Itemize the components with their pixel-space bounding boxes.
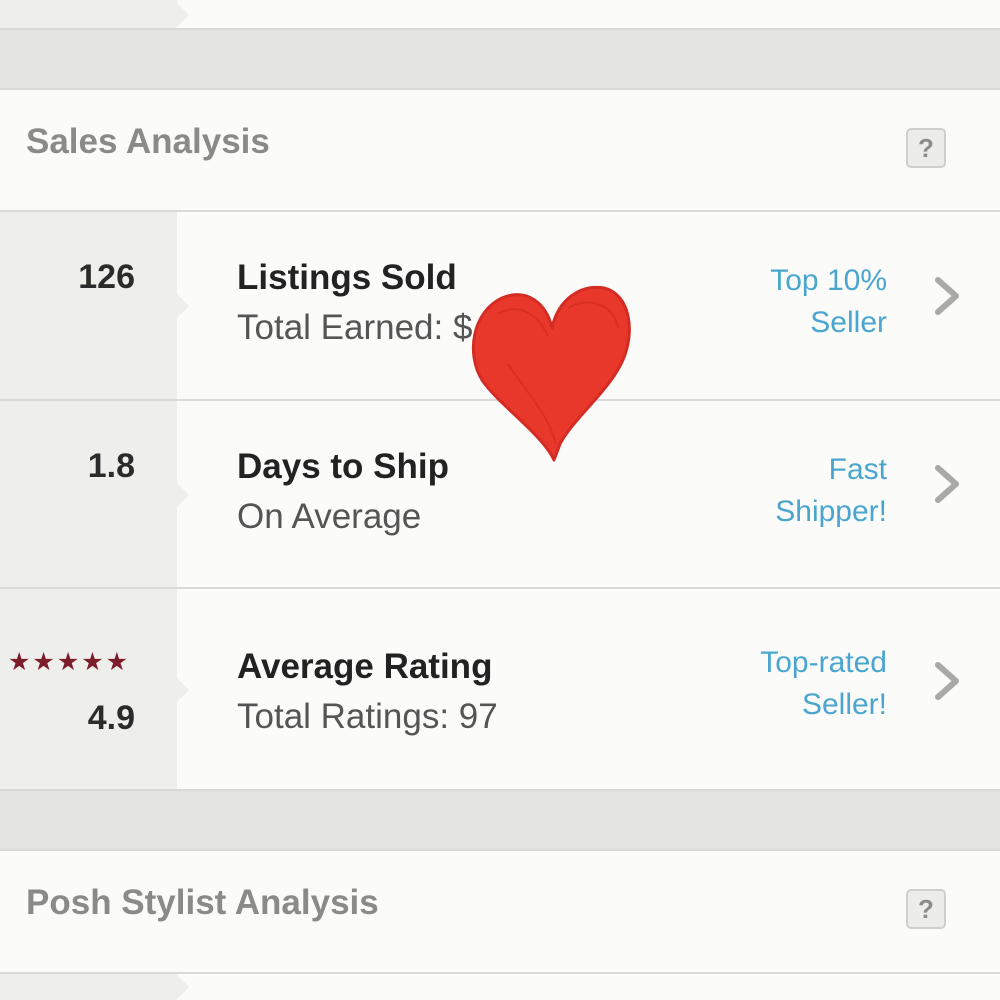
top-rated-badge: Top-rated Seller! xyxy=(647,642,887,726)
total-ratings-label: Total Ratings: 97 xyxy=(237,697,498,736)
badge-line: Top 10% xyxy=(770,264,887,297)
next-row xyxy=(0,974,1000,1000)
posh-stylist-title: Posh Stylist Analysis xyxy=(26,883,379,922)
chevron-right-icon[interactable] xyxy=(930,661,964,701)
posh-stylist-header: Posh Stylist Analysis ? xyxy=(0,851,1000,973)
section-divider-bottom xyxy=(0,789,1000,851)
badge-line: Top-rated xyxy=(760,646,887,679)
previous-row xyxy=(0,0,1000,30)
top-seller-badge: Top 10% Seller xyxy=(647,260,887,344)
average-rating-value: 4.9 xyxy=(87,699,135,737)
badge-line: Seller! xyxy=(801,688,887,721)
sales-analysis-header: Sales Analysis ? xyxy=(0,90,1000,212)
badge-line: Fast xyxy=(828,453,887,486)
chevron-right-icon[interactable] xyxy=(930,276,964,316)
listings-sold-title: Listings Sold xyxy=(237,258,457,297)
average-rating-title: Average Rating xyxy=(237,647,493,686)
star-rating-icon: ★★★★★ xyxy=(8,648,131,676)
on-average-label: On Average xyxy=(237,497,422,536)
fast-shipper-badge: Fast Shipper! xyxy=(647,449,887,533)
days-to-ship-title: Days to Ship xyxy=(237,447,449,486)
chevron-right-icon[interactable] xyxy=(930,464,964,504)
days-to-ship-value: 1.8 xyxy=(87,447,135,485)
sales-analysis-help-button[interactable]: ? xyxy=(906,128,946,168)
listings-sold-value: 126 xyxy=(78,258,135,296)
previous-row-sidebar xyxy=(0,0,189,30)
next-row-sidebar xyxy=(0,974,189,1000)
badge-line: Seller xyxy=(810,306,887,339)
stat-row-sidebar xyxy=(0,401,189,588)
sales-analysis-title: Sales Analysis xyxy=(26,122,270,161)
stat-row-sidebar xyxy=(0,589,189,791)
badge-line: Shipper! xyxy=(775,495,887,528)
heart-drawing-icon xyxy=(471,285,631,462)
total-earned-label: Total Earned: $ xyxy=(237,308,473,347)
section-divider-top xyxy=(0,28,1000,90)
stat-row-sidebar xyxy=(0,212,189,400)
posh-stylist-help-button[interactable]: ? xyxy=(906,889,946,929)
stat-row-average-rating[interactable]: ★★★★★ 4.9 Average Rating Total Ratings: … xyxy=(0,589,1000,791)
